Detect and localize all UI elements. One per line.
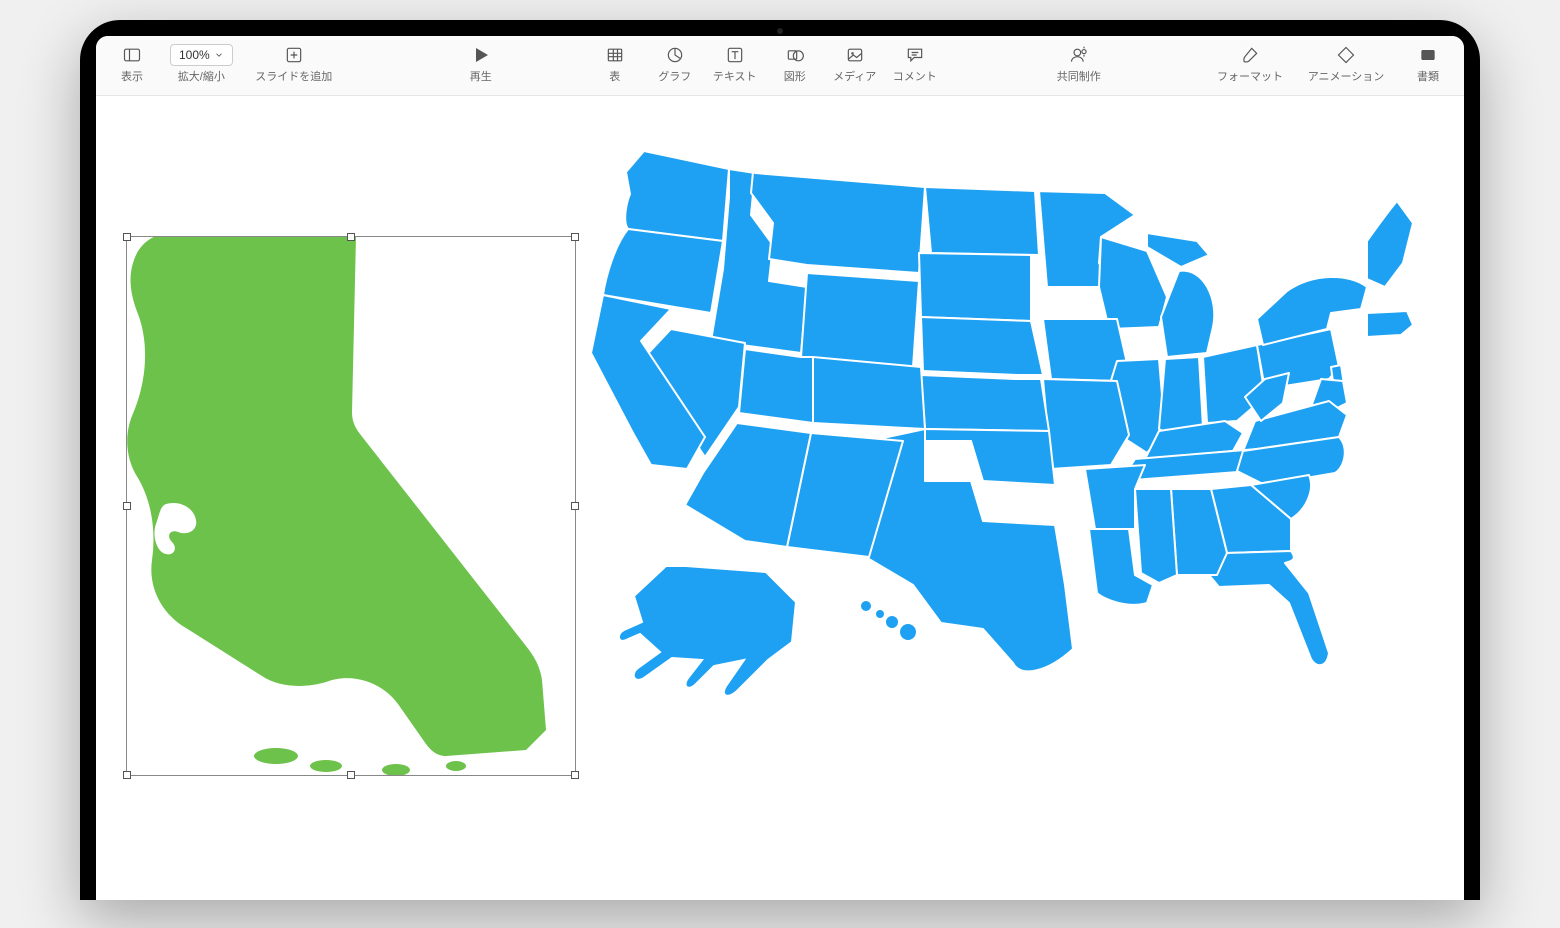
zoom-value: 100% [170,44,233,66]
toolbar: 表示 100% 拡大/縮小 スライドを追加 [96,36,1464,96]
plus-icon [284,44,304,66]
zoom-button[interactable]: 100% 拡大/縮小 [164,42,239,86]
resize-handle-e[interactable] [571,502,579,510]
resize-handle-w[interactable] [123,502,131,510]
document-button[interactable]: 書類 [1400,42,1456,86]
media-icon [845,44,865,66]
zoom-label: 拡大/縮小 [178,68,225,84]
document-icon [1418,44,1438,66]
app-window: 表示 100% 拡大/縮小 スライドを追加 [96,36,1464,900]
animate-label: アニメーション [1308,68,1385,84]
resize-handle-s[interactable] [347,771,355,779]
selection-box [126,236,576,776]
chart-icon [665,44,685,66]
play-button[interactable]: 再生 [453,42,509,86]
resize-handle-ne[interactable] [571,233,579,241]
table-button[interactable]: 表 [587,42,643,86]
resize-handle-n[interactable] [347,233,355,241]
add-slide-button[interactable]: スライドを追加 [243,42,345,86]
shape-icon [785,44,805,66]
collaborate-button[interactable]: 共同制作 [1051,42,1107,86]
text-icon [725,44,745,66]
chart-button[interactable]: グラフ [647,42,703,86]
format-button[interactable]: フォーマット [1208,42,1292,86]
camera-notch [777,28,783,34]
media-button[interactable]: メディア [827,42,883,86]
chart-label: グラフ [658,68,691,84]
brush-icon [1240,44,1260,66]
laptop-frame: 表示 100% 拡大/縮小 スライドを追加 [80,20,1480,900]
usa-map-shape[interactable] [586,136,1416,726]
table-icon [605,44,625,66]
shape-button[interactable]: 図形 [767,42,823,86]
text-label: テキスト [713,68,757,84]
text-button[interactable]: テキスト [707,42,763,86]
play-icon [469,44,493,66]
table-label: 表 [609,68,620,84]
comment-label: コメント [893,68,937,84]
zoom-value-text: 100% [179,48,210,62]
resize-handle-sw[interactable] [123,771,131,779]
comment-button[interactable]: コメント [887,42,943,86]
comment-icon [905,44,925,66]
media-label: メディア [833,68,876,84]
add-slide-label: スライドを追加 [255,68,332,84]
slide-canvas[interactable] [96,96,1464,900]
animate-icon [1336,44,1356,66]
play-label: 再生 [470,68,492,84]
collaborate-icon [1069,44,1089,66]
format-label: フォーマット [1217,68,1283,84]
resize-handle-se[interactable] [571,771,579,779]
document-label: 書類 [1417,68,1439,84]
chevron-down-icon [214,50,224,60]
resize-handle-nw[interactable] [123,233,131,241]
collaborate-label: 共同制作 [1057,68,1101,84]
view-button[interactable]: 表示 [104,42,160,86]
sidebar-icon [122,44,142,66]
view-label: 表示 [121,68,143,84]
shape-label: 図形 [784,68,806,84]
animate-button[interactable]: アニメーション [1296,42,1396,86]
